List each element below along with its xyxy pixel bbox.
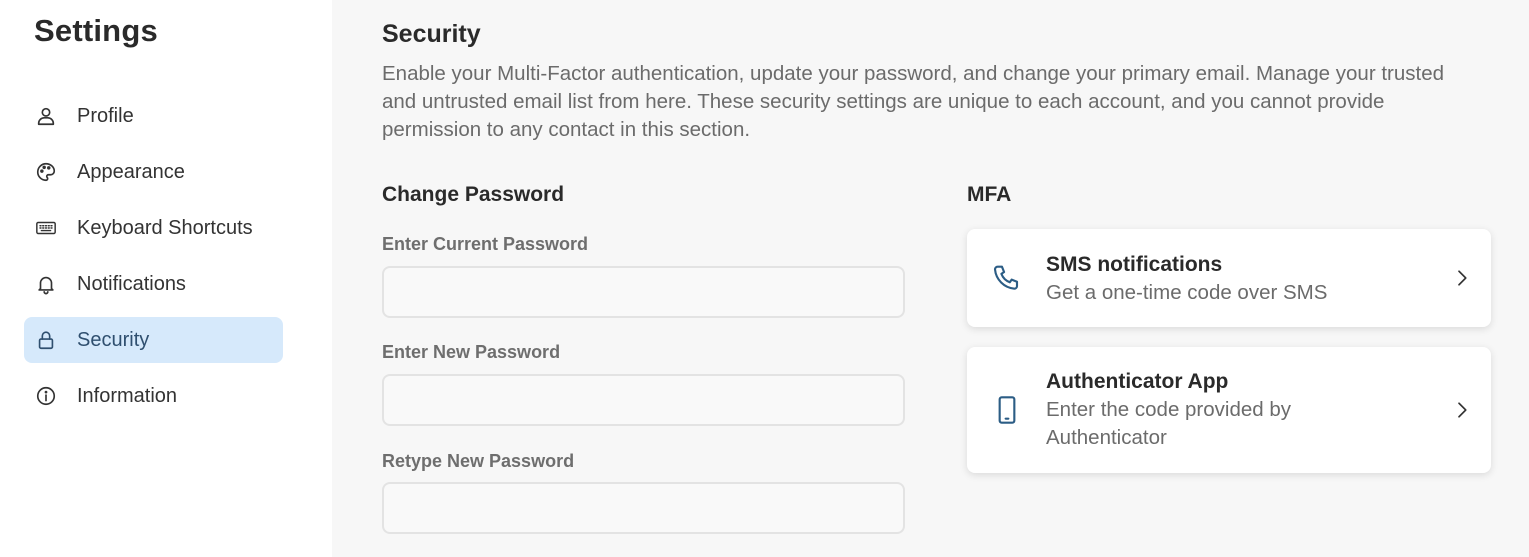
- settings-app: Settings Profile Appearance Keyboard Sho…: [0, 0, 1529, 557]
- sidebar-item-appearance[interactable]: Appearance: [24, 149, 283, 195]
- sidebar-item-label: Appearance: [77, 160, 185, 183]
- user-icon: [35, 105, 57, 127]
- bell-icon: [35, 273, 57, 295]
- sidebar-item-information[interactable]: Information: [24, 373, 283, 419]
- current-password-input[interactable]: [382, 266, 905, 318]
- mfa-option-subtitle: Get a one-time code over SMS: [1046, 281, 1328, 304]
- retype-password-input[interactable]: [382, 482, 905, 534]
- mobile-device-icon: [991, 394, 1023, 426]
- mfa-title: MFA: [967, 183, 1012, 206]
- new-password-input[interactable]: [382, 374, 905, 426]
- sidebar-item-label: Profile: [77, 104, 134, 127]
- sidebar-item-security[interactable]: Security: [24, 317, 283, 363]
- sidebar-item-label: Notifications: [77, 272, 186, 295]
- sidebar-item-label: Information: [77, 384, 178, 407]
- phone-icon: [991, 262, 1023, 294]
- mfa-option-text: SMS notifications Get a one-time code ov…: [1046, 251, 1327, 307]
- sidebar-item-keyboard-shortcuts[interactable]: Keyboard Shortcuts: [24, 205, 283, 251]
- keyboard-icon: [35, 217, 57, 239]
- sidebar-item-label: Security: [77, 328, 150, 351]
- sidebar-item-notifications[interactable]: Notifications: [24, 261, 283, 307]
- chevron-right-icon: [1453, 401, 1471, 419]
- page-title: Security: [382, 20, 481, 48]
- lock-icon: [35, 329, 57, 351]
- mfa-option-sms[interactable]: SMS notifications Get a one-time code ov…: [967, 229, 1491, 327]
- chevron-right-icon: [1453, 269, 1471, 287]
- mfa-option-title: SMS notifications: [1046, 253, 1223, 276]
- page-description: Enable your Multi-Factor authentication,…: [382, 62, 1445, 141]
- mfa-option-title: Authenticator App: [1046, 370, 1229, 393]
- change-password-title: Change Password: [382, 183, 565, 206]
- sidebar: Settings Profile Appearance Keyboard Sho…: [0, 0, 332, 557]
- sidebar-item-label: Keyboard Shortcuts: [77, 216, 253, 239]
- main-content: Security Enable your Multi-Factor authen…: [332, 0, 1529, 557]
- retype-password-label: Retype New Password: [382, 451, 575, 471]
- current-password-label: Enter Current Password: [382, 234, 589, 254]
- sidebar-nav: Profile Appearance Keyboard Shortcuts No…: [24, 93, 283, 429]
- mfa-option-subtitle: Enter the code provided by Authenticator: [1046, 398, 1292, 449]
- info-icon: [35, 385, 57, 407]
- sidebar-title: Settings: [34, 13, 158, 48]
- mfa-option-text: Authenticator App Enter the code provide…: [1046, 368, 1376, 452]
- mfa-option-authenticator[interactable]: Authenticator App Enter the code provide…: [967, 347, 1491, 473]
- palette-icon: [35, 161, 57, 183]
- new-password-label: Enter New Password: [382, 342, 561, 362]
- sidebar-item-profile[interactable]: Profile: [24, 93, 283, 139]
